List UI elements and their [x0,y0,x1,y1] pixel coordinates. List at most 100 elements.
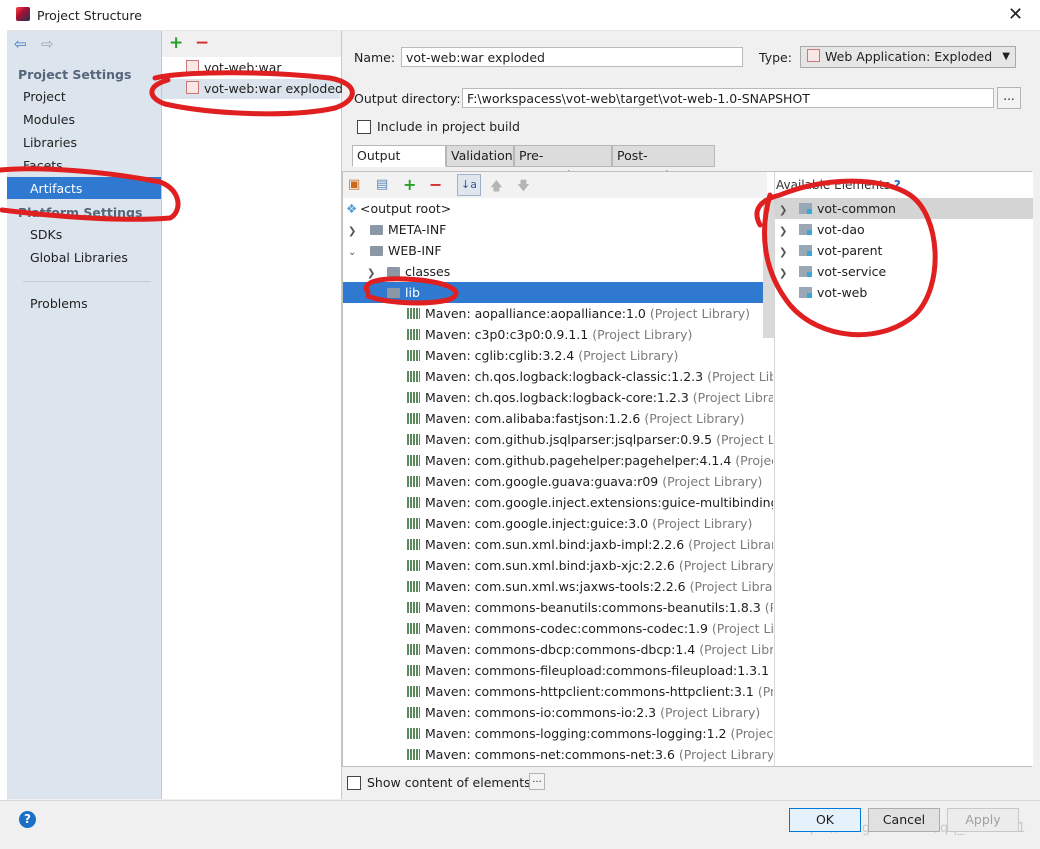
cancel-button[interactable]: Cancel [868,808,940,832]
available-elements-panel: Available Elements ? ❯ vot-common ❯ vot-dao… [774,172,1033,766]
browse-button[interactable]: ... [997,87,1021,109]
tree-row-library[interactable]: Maven: com.google.inject.extensions:guic… [343,492,773,513]
tab-validation[interactable]: Validation [446,145,514,167]
library-icon [407,350,420,361]
output-directory-label: Output directory: [354,91,461,106]
library-scope: (Project Lib [730,726,774,741]
tree-row-library[interactable]: Maven: com.sun.xml.ws:jaxws-tools:2.2.6 … [343,576,773,597]
chevron-right-icon[interactable]: ❯ [779,221,791,242]
sidebar-item-problems[interactable]: Problems [30,296,88,311]
library-name: Maven: com.github.pagehelper:pagehelper:… [425,453,732,468]
artifact-item[interactable]: vot-web:war exploded [186,81,343,96]
tree-row-library[interactable]: Maven: commons-fileupload:commons-fileup… [343,660,773,681]
sidebar-item-label: Artifacts [30,181,83,196]
tree-row-web-inf[interactable]: ⌄ WEB-INF [343,240,773,261]
library-scope: (Project Library) [649,306,751,321]
ok-button[interactable]: OK [789,808,861,832]
output-tree: ❖ <output root> ❯ META-INF ⌄ WEB-INF ❯ class… [343,198,773,766]
tab-pre-processing[interactable]: Pre-processing [514,145,612,183]
move-up-icon[interactable]: 🡅 [490,177,503,198]
tree-row-output-root[interactable]: ❖ <output root> [343,198,773,219]
tree-scrollbar[interactable] [763,198,774,338]
sidebar-item-modules[interactable]: Modules [23,112,75,127]
library-scope: (Project Library) [592,327,693,342]
tree-row-library[interactable]: Maven: com.google.inject:guice:3.0 (Proj… [343,513,773,534]
apply-button[interactable]: Apply [947,808,1019,832]
library-icon [407,308,420,319]
available-item[interactable]: ❯ vot-service [775,261,1033,282]
tree-row-library[interactable]: Maven: ch.qos.logback:logback-classic:1.… [343,366,773,387]
library-icon [407,371,420,382]
add-artifact-icon[interactable]: + [169,33,183,53]
tree-row-library[interactable]: Maven: commons-dbcp:commons-dbcp:1.4 (Pr… [343,639,773,660]
chevron-right-icon[interactable]: ❯ [367,263,379,284]
create-archive-icon[interactable]: ▤ [376,177,388,192]
show-content-options-button[interactable]: ... [529,773,545,790]
library-icon [407,392,420,403]
tree-row-library[interactable]: Maven: cglib:cglib:3.2.4 (Project Librar… [343,345,773,366]
include-in-build-checkbox[interactable] [357,120,371,134]
add-element-icon[interactable]: + [403,175,416,194]
output-directory-field[interactable]: F:\workspacess\vot-web\target\vot-web-1.… [462,88,994,108]
available-item[interactable]: ❯ vot-parent [775,240,1033,261]
tree-row-library[interactable]: Maven: aopalliance:aopalliance:1.0 (Proj… [343,303,773,324]
forward-arrow-icon[interactable]: ⇨ [41,35,54,53]
available-item[interactable]: vot-web [775,282,1033,303]
tree-row-meta-inf[interactable]: ❯ META-INF [343,219,773,240]
artifact-item-label: vot-web:war exploded [204,81,343,96]
tree-row-library[interactable]: Maven: com.sun.xml.bind:jaxb-impl:2.2.6 … [343,534,773,555]
tree-row-library[interactable]: Maven: commons-logging:commons-logging:1… [343,723,773,744]
type-dropdown[interactable]: Web Application: Exploded ▼ [800,46,1016,68]
tree-row-library[interactable]: Maven: commons-net:commons-net:3.6 (Proj… [343,744,773,765]
tree-row-library[interactable]: Maven: commons-beanutils:commons-beanuti… [343,597,773,618]
chevron-right-icon[interactable]: ❯ [779,200,791,221]
tree-row-library[interactable]: Maven: com.google.guava:guava:r09 (Proje… [343,471,773,492]
name-field[interactable]: vot-web:war exploded [401,47,743,67]
tree-row-library[interactable]: Maven: commons-codec:commons-codec:1.9 (… [343,618,773,639]
library-scope: (Project [757,684,773,699]
sidebar-item-project[interactable]: Project [23,89,66,104]
tree-row-library[interactable]: Maven: com.alibaba:fastjson:1.2.6 (Proje… [343,408,773,429]
sidebar-item-global-libraries[interactable]: Global Libraries [30,250,128,265]
tree-row-library[interactable]: Maven: commons-httpclient:commons-httpcl… [343,681,773,702]
available-item-label: vot-dao [817,222,865,237]
available-item[interactable]: ❯ vot-dao [775,219,1033,240]
available-item[interactable]: ❯ vot-common [775,198,1033,219]
sort-elements-icon[interactable]: ↓a [457,174,481,196]
tab-output-layout[interactable]: Output Layout [352,145,446,183]
tree-row-library[interactable]: Maven: c3p0:c3p0:0.9.1.1 (Project Librar… [343,324,773,345]
back-arrow-icon[interactable]: ⇦ [14,35,27,53]
sidebar-item-artifacts[interactable]: Artifacts [7,177,161,199]
move-down-icon[interactable]: 🡇 [517,177,530,198]
sidebar-item-facets[interactable]: Facets [23,158,63,173]
remove-artifact-icon[interactable]: − [195,33,209,53]
close-icon[interactable]: ✕ [1008,4,1023,25]
create-directory-icon[interactable]: ▣ [348,177,360,192]
sidebar-item-libraries[interactable]: Libraries [23,135,77,150]
remove-element-icon[interactable]: − [429,175,442,194]
help-icon[interactable]: ? [19,811,36,828]
tree-row-library[interactable]: Maven: commons-io:commons-io:2.3 (Projec… [343,702,773,723]
tree-row-classes[interactable]: ❯ classes [343,261,773,282]
war-artifact-icon [186,60,199,73]
chevron-down-icon[interactable]: ⌄ [348,242,360,263]
artifact-item[interactable]: vot-web:war [186,60,282,75]
tree-row-library[interactable]: Maven: com.github.pagehelper:pagehelper:… [343,450,773,471]
title-bar [0,0,1040,31]
help-icon[interactable]: ? [894,178,901,192]
module-icon [799,224,812,235]
chevron-right-icon[interactable]: ❯ [348,221,360,242]
tab-post-processing[interactable]: Post-processing [612,145,715,183]
sidebar-item-sdks[interactable]: SDKs [30,227,62,242]
show-content-checkbox[interactable] [347,776,361,790]
library-name: Maven: com.sun.xml.bind:jaxb-xjc:2.2.6 [425,558,675,573]
artifact-item-label: vot-web:war [204,60,282,75]
chevron-right-icon[interactable]: ❯ [779,242,791,263]
chevron-right-icon[interactable]: ❯ [779,263,791,284]
tree-row-library[interactable]: Maven: ch.qos.logback:logback-core:1.2.3… [343,387,773,408]
library-icon [407,749,420,760]
library-name: Maven: com.alibaba:fastjson:1.2.6 [425,411,641,426]
tree-row-lib[interactable]: lib [343,282,773,303]
tree-row-library[interactable]: Maven: com.github.jsqlparser:jsqlparser:… [343,429,773,450]
tree-row-library[interactable]: Maven: com.sun.xml.bind:jaxb-xjc:2.2.6 (… [343,555,773,576]
